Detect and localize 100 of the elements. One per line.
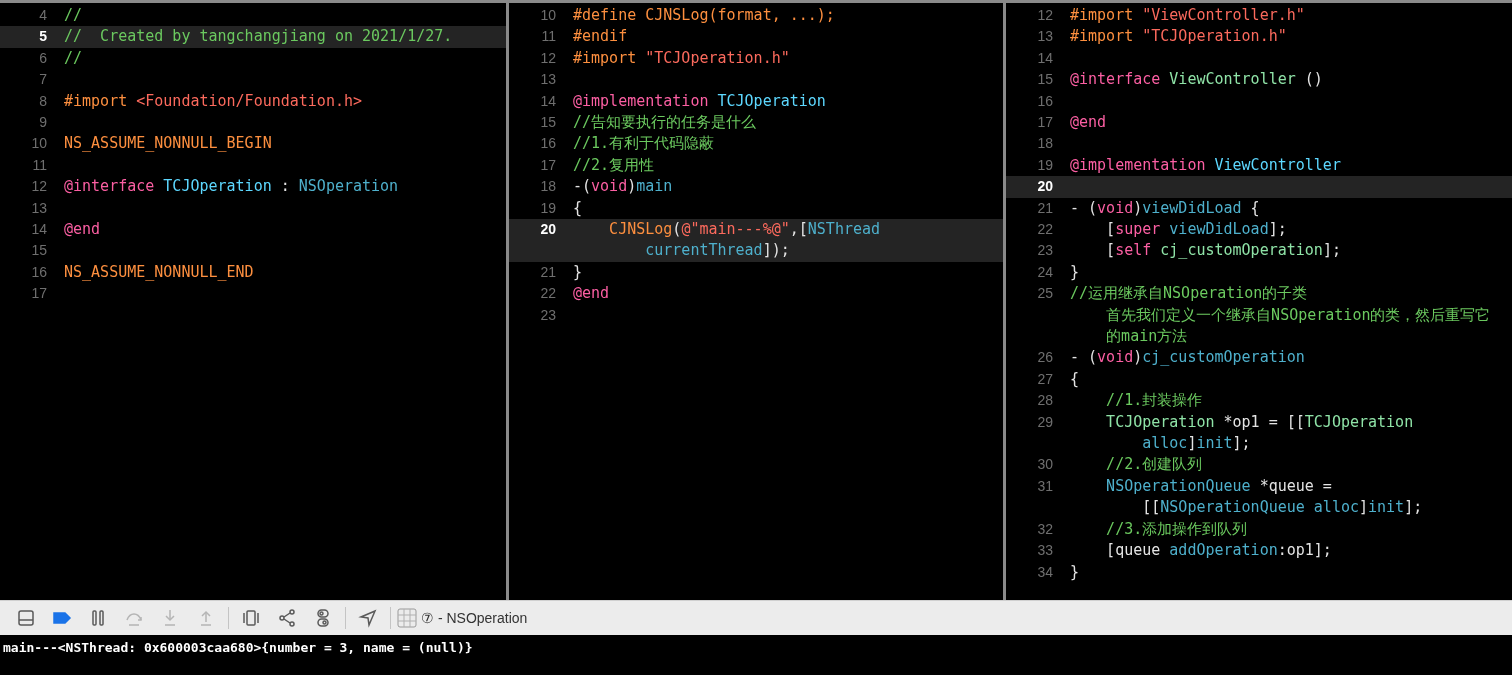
line-number: 11 [540,27,556,47]
code-line: #import "TCJOperation.h" [1070,26,1287,48]
line-number: 11 [31,155,47,175]
console-output: main---<NSThread: 0x600003caa680>{number = 3, name = (null)} [3,640,473,655]
graph-nodes-icon [277,608,297,628]
code-line: //运用继承自NSOperation的子类 [1070,283,1308,305]
code-line: #endif [573,26,628,48]
line-number: 22 [1036,220,1053,239]
code-line: NS_ASSUME_NONNULL_END [64,261,254,283]
line-number: 16 [1036,91,1053,111]
line-number: 16 [30,262,47,282]
line-number: 28 [1036,391,1053,411]
line-number: 15 [30,241,47,261]
code-line: [queue addOperation:op1]; [1105,540,1332,562]
code-line: @end [64,219,101,240]
code-line: #import "TCJOperation.h" [573,47,790,69]
line-number: 10 [30,134,47,154]
code-line: } [1070,561,1080,583]
line-number: 14 [539,91,556,111]
code-line: NSOperationQueue *queue = [1105,475,1332,497]
line-number: 12 [539,48,556,68]
line-number: 5 [38,27,47,47]
line-number: 12 [1036,6,1053,25]
code-line: 首先我们定义一个继承自NSOperation的类，然后重写它 [1105,304,1491,326]
code-line: //2.复用性 [573,154,655,176]
line-number: 32 [1036,519,1053,539]
code-line: @end [573,283,610,305]
line-number: 12 [30,177,47,197]
line-number: 31 [1036,476,1053,496]
line-number: 29 [1036,412,1053,432]
code-line: #define CJNSLog(format, ...); [573,5,835,26]
line-number: 24 [1036,262,1053,282]
line-number: 15 [539,113,556,132]
location-arrow-icon [358,608,378,628]
code-line: { [1070,368,1080,390]
line-number: 18 [539,177,556,197]
code-line: CJNSLog(@"main---%@",[NSThread [608,219,881,241]
line-number: 13 [30,198,47,218]
thread-label[interactable]: ⑦ - NSOperation [421,610,528,626]
line-number: 34 [1036,562,1053,582]
line-number: 4 [38,6,47,25]
line-number: 17 [30,284,47,304]
code-line: - (void)cj_customOperation [1070,347,1305,369]
line-number: 14 [1036,48,1053,68]
line-number: 6 [38,48,47,68]
layers-icon [241,608,261,628]
code-line: @implementation TCJOperation [573,90,826,112]
line-number: 20 [1036,177,1053,197]
line-number: 7 [38,70,47,90]
line-number: 22 [539,284,556,304]
code-line: //1.封装操作 [1105,390,1203,412]
code-line: alloc]init]; [1141,433,1251,455]
code-line: // [64,47,83,69]
code-line: - (void)viewDidLoad { [1070,197,1260,219]
code-line: } [1070,261,1080,283]
line-number: 13 [1036,27,1053,47]
code-line: // [64,5,83,26]
thread-grid-icon [397,608,417,628]
line-number: 33 [1036,541,1053,561]
code-line: [[NSOperationQueue alloc]init]; [1141,497,1423,519]
line-number: 17 [539,155,556,175]
line-number: 21 [1036,198,1053,218]
line-number: 21 [539,262,556,282]
code-line: #import "ViewController.h" [1070,5,1305,26]
line-number: 15 [1036,70,1053,90]
code-line: TCJOperation *op1 = [[TCJOperation [1105,411,1414,433]
line-number: 8 [38,91,47,111]
code-line: [self cj_customOperation]; [1105,240,1341,262]
line-number: 30 [1036,455,1053,475]
line-number: 26 [1036,348,1053,368]
code-line: NS_ASSUME_NONNULL_BEGIN [64,133,272,155]
code-line: 的main方法 [1105,326,1188,348]
line-number: 25 [1036,284,1053,304]
code-line: @implementation ViewController [1070,154,1341,176]
line-number: 9 [38,113,47,132]
line-number: 23 [1036,241,1053,261]
line-number: 17 [1036,113,1053,132]
code-line: //2.创建队列 [1105,454,1203,476]
line-number: 19 [1036,155,1053,175]
line-number: 27 [1036,369,1053,389]
code-line: [super viewDidLoad]; [1105,219,1287,240]
code-line: } [573,261,583,283]
line-number: 19 [539,198,556,218]
code-line: //3.添加操作到队列 [1105,518,1248,540]
code-line: // Created by tangchangjiang on 2021/1/27. [64,26,453,48]
code-line: @interface ViewController () [1070,69,1323,91]
line-number: 23 [539,305,556,325]
line-number: 14 [30,220,47,239]
code-line: currentThread]); [644,240,790,262]
line-number: 18 [1036,134,1053,154]
code-line: @end [1070,112,1107,133]
line-number: 13 [539,70,556,90]
line-number: 20 [539,220,556,240]
code-line: //1.有利于代码隐蔽 [573,133,715,155]
code-line: -(void)main [573,176,673,198]
code-line: @interface TCJOperation : NSOperation [64,176,399,198]
panel-toggle-icon [16,608,36,628]
code-line: //告知要执行的任务是什么 [573,112,757,133]
code-line: { [573,197,583,219]
line-number: 16 [539,134,556,154]
